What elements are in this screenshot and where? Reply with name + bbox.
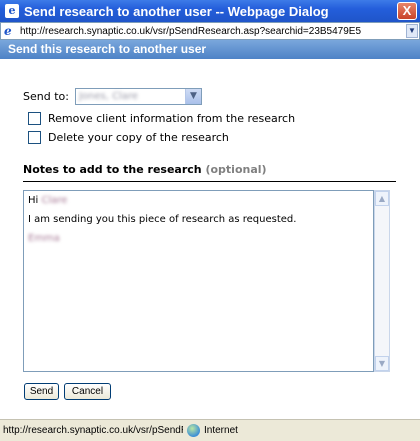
- notes-signature: Emma: [28, 233, 60, 244]
- notes-greeting: Hi: [28, 195, 39, 206]
- send-button[interactable]: Send: [24, 383, 59, 400]
- send-to-label: Send to:: [23, 90, 69, 103]
- notes-greeting-line: Hi Clare: [28, 195, 369, 206]
- address-url[interactable]: http://research.synaptic.co.uk/vsr/pSend…: [20, 26, 406, 37]
- delete-copy-label: Delete your copy of the research: [48, 131, 229, 144]
- notes-textarea[interactable]: Hi Clare I am sending you this piece of …: [23, 190, 374, 372]
- zone-label: Internet: [204, 425, 238, 436]
- chevron-down-icon[interactable]: ▼: [406, 24, 418, 38]
- notes-heading: Notes to add to the research (optional): [23, 163, 267, 176]
- scroll-up-icon[interactable]: ▲: [375, 191, 389, 206]
- security-zone: Internet: [187, 424, 238, 437]
- notes-greeting-name: Clare: [41, 195, 68, 206]
- remove-client-info-label: Remove client information from the resea…: [48, 112, 296, 125]
- notes-body: I am sending you this piece of research …: [28, 214, 297, 225]
- scroll-down-icon[interactable]: ▼: [375, 356, 389, 371]
- globe-icon: [187, 424, 200, 437]
- section-header: Send this research to another user: [0, 40, 420, 59]
- status-url: http://research.synaptic.co.uk/vsr/pSend…: [3, 425, 183, 436]
- remove-client-info-option[interactable]: Remove client information from the resea…: [28, 112, 295, 125]
- close-window-button[interactable]: X: [397, 2, 417, 20]
- send-to-select[interactable]: Jones, Clare ▼: [74, 88, 202, 105]
- notes-scrollbar[interactable]: ▲ ▼: [374, 190, 390, 372]
- ie-app-icon: e: [5, 4, 19, 18]
- send-to-row: Send to: Jones, Clare ▼: [23, 88, 202, 105]
- ie-page-icon: e: [4, 24, 12, 38]
- address-bar: e http://research.synaptic.co.uk/vsr/pSe…: [0, 22, 420, 40]
- delete-copy-checkbox[interactable]: [28, 131, 41, 144]
- window-title: Send research to another user -- Webpage…: [24, 3, 329, 19]
- window-titlebar: e Send research to another user -- Webpa…: [0, 0, 420, 22]
- delete-copy-option[interactable]: Delete your copy of the research: [28, 131, 229, 144]
- notes-title: Notes to add to the research: [23, 163, 202, 176]
- send-to-selected-value: Jones, Clare: [78, 91, 139, 102]
- notes-optional: (optional): [205, 163, 267, 176]
- cancel-button[interactable]: Cancel: [64, 383, 111, 400]
- chevron-down-icon[interactable]: ▼: [184, 89, 201, 104]
- status-bar: http://research.synaptic.co.uk/vsr/pSend…: [0, 419, 420, 441]
- remove-client-info-checkbox[interactable]: [28, 112, 41, 125]
- notes-divider: [23, 181, 396, 182]
